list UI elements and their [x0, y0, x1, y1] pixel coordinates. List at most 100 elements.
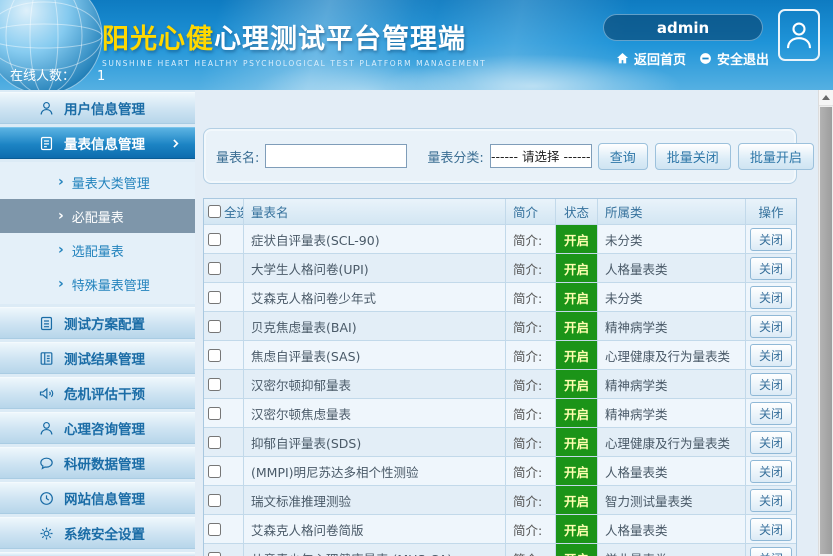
row-checkbox[interactable] — [208, 465, 221, 478]
row-checkbox-cell — [204, 370, 244, 398]
close-button[interactable]: 关闭 — [750, 228, 792, 251]
close-button[interactable]: 关闭 — [750, 373, 792, 396]
home-link[interactable]: 返回首页 — [615, 49, 686, 68]
scale-category: 智力测试量表类 — [598, 486, 746, 514]
row-checkbox[interactable] — [208, 494, 221, 507]
header: 阳光心健心理测试平台管理端 SUNSHINE HEART HEALTHY PSY… — [0, 0, 833, 90]
sidebar-item-scale-info[interactable]: 量表信息管理 — [0, 127, 195, 159]
search-button[interactable]: 查询 — [598, 143, 648, 170]
row-checkbox[interactable] — [208, 349, 221, 362]
scale-name: (MMPI)明尼苏达多相个性测验 — [244, 457, 506, 485]
row-checkbox-cell — [204, 544, 244, 556]
status-badge: 开启 — [564, 404, 589, 423]
scale-intro-link[interactable]: 简介: — [506, 486, 556, 514]
close-button[interactable]: 关闭 — [750, 402, 792, 425]
scale-intro-link[interactable]: 简介: — [506, 225, 556, 253]
batch-open-button[interactable]: 批量开启 — [738, 143, 814, 170]
close-button[interactable]: 关闭 — [750, 489, 792, 512]
row-checkbox-cell — [204, 515, 244, 543]
select-all-checkbox[interactable] — [208, 205, 221, 218]
batch-close-button[interactable]: 批量关闭 — [655, 143, 731, 170]
scrollbar-up-button[interactable] — [819, 90, 833, 106]
scale-name: 贝克焦虑量表(BAI) — [244, 312, 506, 340]
document-icon — [38, 315, 55, 332]
table-row: 汉密尔顿焦虑量表 简介: 开启 精神病学类 关闭 — [204, 399, 796, 428]
close-button[interactable]: 关闭 — [750, 344, 792, 367]
scale-intro-link[interactable]: 简介: — [506, 283, 556, 311]
home-icon — [615, 51, 630, 66]
sidebar-subitem-special-scales[interactable]: 特殊量表管理 — [0, 267, 195, 301]
row-checkbox[interactable] — [208, 552, 221, 556]
main-layout: 用户信息管理 量表信息管理 量表大类管理 必配量表 选配量表 特殊量表管理 测试… — [0, 90, 833, 556]
category-select[interactable]: ------ 请选择 ------ — [490, 144, 592, 168]
action-cell: 关闭 — [746, 225, 796, 253]
row-checkbox-cell — [204, 457, 244, 485]
sidebar-item-research-data[interactable]: 科研数据管理 — [0, 447, 195, 479]
status-badge: 开启 — [564, 520, 589, 539]
sidebar-item-system-security[interactable]: 系统安全设置 — [0, 517, 195, 549]
username: admin — [657, 19, 709, 37]
row-checkbox-cell — [204, 225, 244, 253]
row-checkbox[interactable] — [208, 378, 221, 391]
logout-link[interactable]: 安全退出 — [698, 49, 769, 68]
row-checkbox[interactable] — [208, 291, 221, 304]
row-checkbox[interactable] — [208, 407, 221, 420]
logout-link-label: 安全退出 — [717, 49, 769, 68]
status-badge: 开启 — [564, 375, 589, 394]
clock-icon — [38, 490, 55, 507]
scale-intro-link[interactable]: 简介: — [506, 341, 556, 369]
scale-category: 精神病学类 — [598, 312, 746, 340]
scale-intro-link[interactable]: 简介: — [506, 254, 556, 282]
sidebar-item-test-plan[interactable]: 测试方案配置 — [0, 307, 195, 339]
sidebar-item-counseling[interactable]: 心理咨询管理 — [0, 412, 195, 444]
sidebar-item-test-results[interactable]: 测试结果管理 — [0, 342, 195, 374]
scale-intro-link[interactable]: 简介: — [506, 428, 556, 456]
row-checkbox[interactable] — [208, 320, 221, 333]
row-checkbox-cell — [204, 399, 244, 427]
subitem-label: 选配量表 — [72, 241, 124, 260]
scale-name-input[interactable] — [265, 144, 407, 168]
sidebar-item-crisis-intervention[interactable]: 危机评估干预 — [0, 377, 195, 409]
close-button[interactable]: 关闭 — [750, 257, 792, 280]
scale-intro-link[interactable]: 简介: — [506, 544, 556, 556]
close-button[interactable]: 关闭 — [750, 315, 792, 338]
scale-intro-link[interactable]: 简介: — [506, 370, 556, 398]
scrollbar-thumb[interactable] — [820, 107, 832, 554]
sidebar-item-user-info[interactable]: 用户信息管理 — [0, 92, 195, 124]
row-checkbox[interactable] — [208, 523, 221, 536]
speaker-icon — [38, 385, 55, 402]
table-row: 艾森克人格问卷少年式 简介: 开启 未分类 关闭 — [204, 283, 796, 312]
status-cell: 开启 — [556, 370, 598, 398]
row-checkbox[interactable] — [208, 262, 221, 275]
status-badge: 开启 — [564, 433, 589, 452]
sidebar-item-website-info[interactable]: 网站信息管理 — [0, 482, 195, 514]
scale-intro-link[interactable]: 简介: — [506, 515, 556, 543]
status-cell: 开启 — [556, 312, 598, 340]
row-checkbox[interactable] — [208, 233, 221, 246]
avatar[interactable] — [778, 9, 820, 61]
sidebar-item-partial[interactable] — [0, 552, 195, 556]
status-cell: 开启 — [556, 486, 598, 514]
user-icon — [38, 420, 55, 437]
close-button[interactable]: 关闭 — [750, 547, 792, 556]
close-button[interactable]: 关闭 — [750, 518, 792, 541]
action-cell: 关闭 — [746, 399, 796, 427]
gear-icon — [38, 525, 55, 542]
sidebar-subitem-required-scales[interactable]: 必配量表 — [0, 199, 195, 233]
table-row: 抑郁自评量表(SDS) 简介: 开启 心理健康及行为量表类 关闭 — [204, 428, 796, 457]
sidebar-subitem-optional-scales[interactable]: 选配量表 — [0, 233, 195, 267]
scale-intro-link[interactable]: 简介: — [506, 399, 556, 427]
close-button[interactable]: 关闭 — [750, 431, 792, 454]
scale-intro-link[interactable]: 简介: — [506, 457, 556, 485]
sidebar-item-label: 测试结果管理 — [64, 348, 145, 368]
close-button[interactable]: 关闭 — [750, 286, 792, 309]
row-checkbox[interactable] — [208, 436, 221, 449]
sidebar-subitem-scale-categories[interactable]: 量表大类管理 — [0, 165, 195, 199]
action-cell: 关闭 — [746, 486, 796, 514]
scale-intro-link[interactable]: 简介: — [506, 312, 556, 340]
status-badge: 开启 — [564, 462, 589, 481]
vertical-scrollbar[interactable] — [818, 90, 833, 556]
scale-name: 艾森克人格问卷少年式 — [244, 283, 506, 311]
subitem-label: 量表大类管理 — [72, 173, 150, 192]
close-button[interactable]: 关闭 — [750, 460, 792, 483]
